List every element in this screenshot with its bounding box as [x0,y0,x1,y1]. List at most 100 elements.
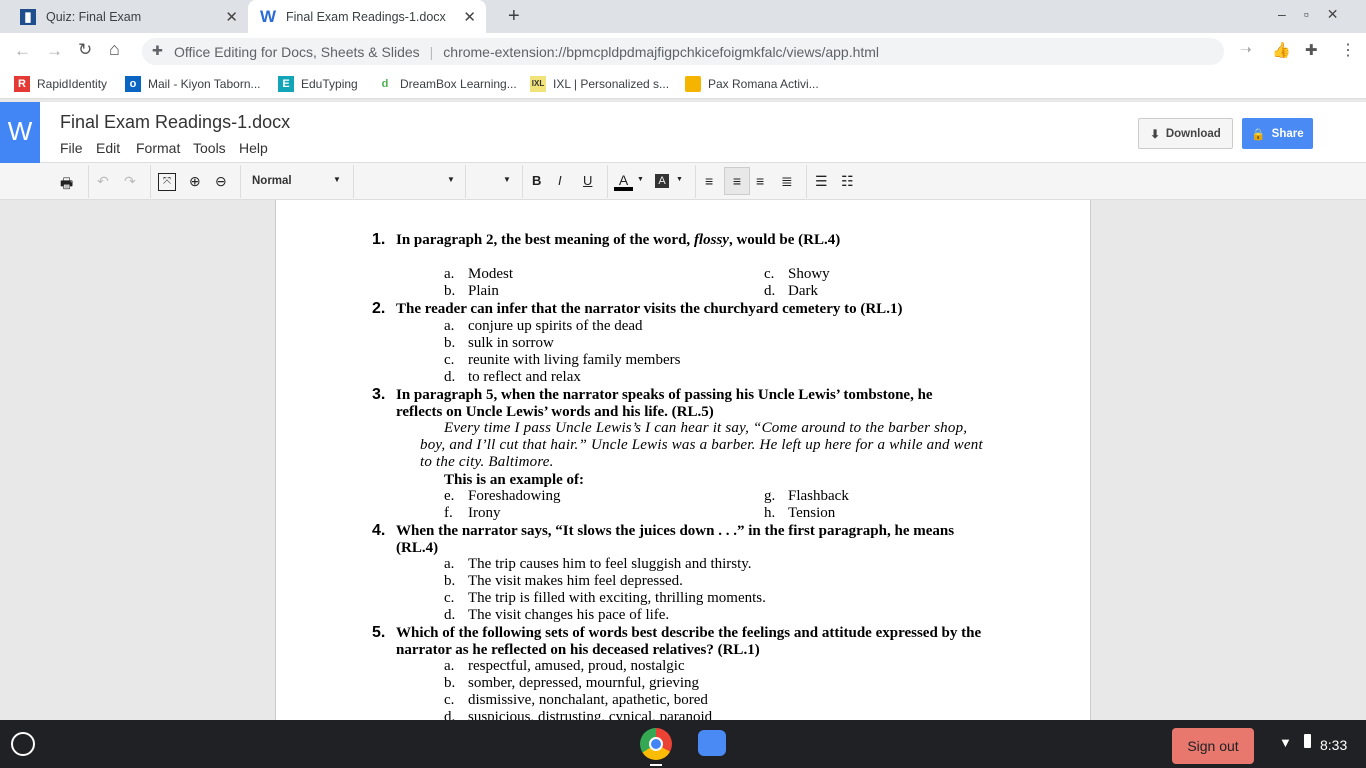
align-right-icon[interactable]: ≡ [756,173,764,189]
clock[interactable]: 8:33 [1320,737,1347,753]
option-letter: b. [444,675,456,691]
redo-icon[interactable]: ↷ [124,173,136,190]
question-number: 2. [372,300,386,317]
back-icon[interactable]: ← [14,41,31,61]
bookmark-pax-romana[interactable]: Pax Romana Activi... [685,76,819,92]
font-size-dropdown[interactable]: ▼ [503,175,511,184]
quote-line: Every time I pass Uncle Lewis’s I can he… [444,420,968,436]
battery-icon[interactable] [1304,734,1311,748]
answer-option: sulk in sorrow [468,335,554,351]
chevron-down-icon[interactable]: ▼ [637,176,644,183]
align-left-icon[interactable]: ≡ [705,173,713,189]
share-button[interactable]: 🔒 Share [1242,118,1313,149]
menu-file[interactable]: File [60,140,83,156]
tab-quiz[interactable]: ▮ Quiz: Final Exam ✕ [8,0,248,33]
font-dropdown[interactable]: ▼ [447,175,455,184]
menu-icon[interactable]: ⋮ [1340,40,1356,60]
puzzle-icon: ✚ [152,43,163,58]
option-letter: c. [764,266,775,282]
toolbar [0,163,1366,200]
print-icon[interactable]: 🖶 [60,173,73,197]
bookmark-mail[interactable]: o Mail - Kiyon Taborn... [125,76,261,92]
answer-option: The visit changes his pace of life. [468,607,670,623]
zoom-out-icon[interactable]: ⊖ [215,173,227,190]
option-letter: c. [444,590,455,606]
chevron-down-icon[interactable]: ▼ [676,176,683,183]
close-icon[interactable]: ✕ [463,8,476,26]
extension-icon[interactable]: 👍 [1272,41,1291,59]
bookmarks-bar: R RapidIdentity o Mail - Kiyon Taborn... E… [0,69,1366,99]
answer-option: respectful, amused, proud, nostalgic [468,658,685,674]
bookmark-rapididentity[interactable]: R RapidIdentity [14,76,107,92]
menu-edit[interactable]: Edit [96,140,120,156]
bulleted-list-icon[interactable]: ☷ [841,173,854,190]
answer-option: The trip is filled with exciting, thrill… [468,590,766,606]
quote-line: to the city. Baltimore. [420,454,554,470]
bold-button[interactable]: B [532,173,541,188]
chevron-down-icon[interactable]: ▼ [333,175,341,184]
answer-option: Modest [468,266,513,282]
files-icon[interactable] [698,730,726,756]
puzzle-icon[interactable]: ✚ [1305,41,1318,59]
question-text: reflects on Uncle Lewis’ words and his l… [396,404,714,421]
menu-tools[interactable]: Tools [193,140,226,156]
quiz-favicon-icon: ▮ [20,8,36,25]
underline-button[interactable]: U [583,173,592,188]
menu-format[interactable]: Format [136,140,180,156]
question-text: Which of the following sets of words bes… [396,625,981,642]
italic-button[interactable]: I [558,173,562,188]
fit-page-icon[interactable]: ⤧ [158,173,176,191]
question-text: In paragraph 2, the best meaning of the … [396,232,840,249]
new-tab-button[interactable]: + [496,0,532,33]
question-text: In paragraph 5, when the narrator speaks… [396,387,933,404]
download-label: Download [1165,127,1221,140]
wifi-icon[interactable]: ▼ [1279,735,1292,750]
bookmark-ixl[interactable]: IXL IXL | Personalized s... [530,76,669,92]
question-number: 3. [372,386,386,403]
home-icon[interactable]: ⌂ [109,39,120,60]
option-letter: f. [444,505,453,521]
download-button[interactable]: ⬇ Download [1138,118,1233,149]
close-icon[interactable]: ✕ [225,8,238,26]
window-controls[interactable]: –▫✕ [1278,6,1356,23]
option-letter: a. [444,556,455,572]
justify-icon[interactable]: ≣ [781,173,793,190]
document-page[interactable]: y, p p y, 1. In paragraph 2, the best mean… [275,200,1091,720]
reload-icon[interactable]: ↻ [78,40,92,60]
sign-out-button[interactable]: Sign out [1172,728,1254,764]
forward-icon[interactable]: → [46,41,63,61]
style-dropdown[interactable]: Normal [252,175,292,187]
bookmark-label: RapidIdentity [37,77,108,91]
answer-option: The visit makes him feel depressed. [468,573,683,589]
partial-text-line: y, p p y, [431,200,478,201]
answer-option: Foreshadowing [468,488,561,504]
option-letter: d. [444,607,456,623]
tab-title: Final Exam Readings-1.docx [286,9,446,24]
font-color-button[interactable]: A [614,173,633,191]
option-letter: a. [444,318,455,334]
answer-option: suspicious, distrusting, cynical, parano… [468,709,713,720]
numbered-list-icon[interactable]: ☰ [815,173,828,190]
bookmark-edutyping[interactable]: E EduTyping [278,76,358,92]
zoom-in-icon[interactable]: ⊕ [189,173,201,190]
answer-option: Plain [468,283,499,299]
question-text-part: When the narrator says, “It slows the ju… [396,523,955,539]
tab-docx[interactable]: W Final Exam Readings-1.docx ✕ [248,0,486,33]
word-logo: W [0,102,40,163]
bookmark-dreambox[interactable]: d DreamBox Learning... [377,76,517,92]
menu-help[interactable]: Help [239,140,268,156]
omnibox[interactable]: ✚ Office Editing for Docs, Sheets & Slid… [142,38,1224,65]
document-title[interactable]: Final Exam Readings-1.docx [60,112,290,133]
extension-icon[interactable]: ➝ [1240,41,1252,58]
answer-option: Flashback [788,488,849,504]
launcher-icon[interactable] [11,732,35,756]
answer-option: Dark [788,283,818,299]
answer-option: dismissive, nonchalant, apathetic, bored [468,692,708,708]
undo-icon[interactable]: ↶ [97,173,109,190]
align-center-icon[interactable]: ≡ [724,167,750,195]
bookmark-label: IXL | Personalized s... [553,77,670,91]
question-text-part: narrator as he reflected on his deceased… [396,642,760,658]
answer-option: reunite with living family members [468,352,681,368]
chrome-icon[interactable] [640,728,672,760]
highlight-button[interactable]: A [655,174,669,188]
